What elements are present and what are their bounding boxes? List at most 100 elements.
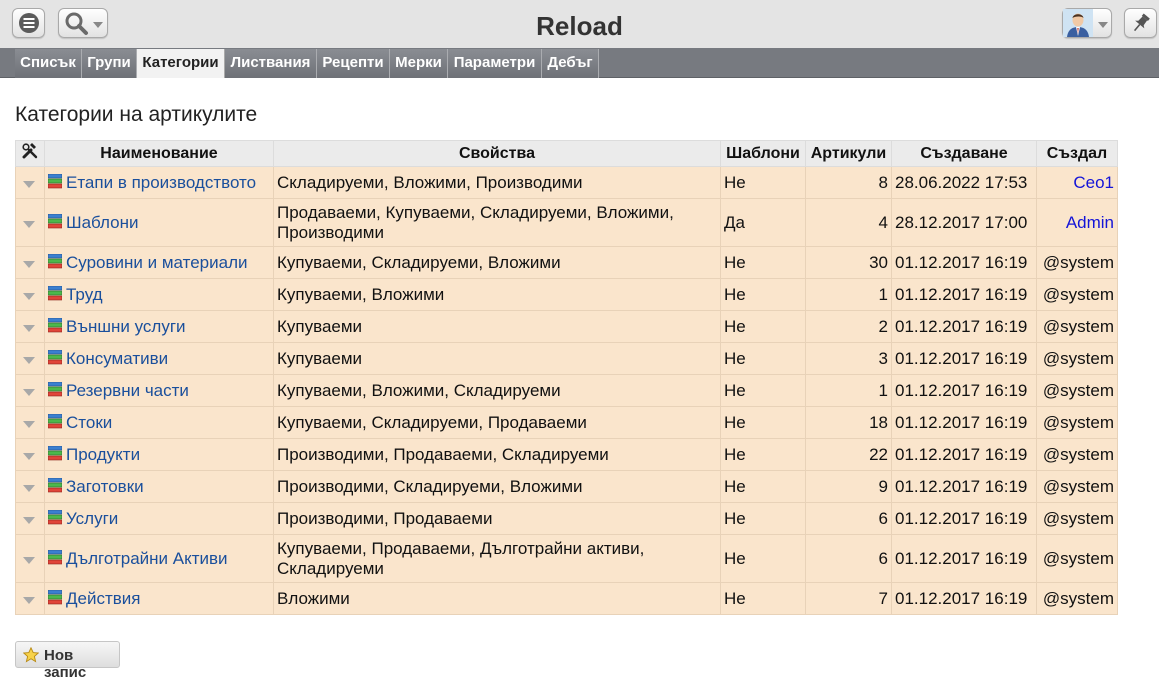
chevron-down-icon (1098, 22, 1108, 28)
chevron-down-icon[interactable] (23, 180, 35, 188)
row-actions-cell[interactable] (15, 278, 45, 311)
chevron-down-icon[interactable] (23, 452, 35, 460)
table-row: Дълготрайни Активи Купуваеми, Продаваеми,… (15, 534, 1118, 583)
category-name-link[interactable]: Стоки (66, 413, 112, 432)
category-stack-icon (48, 213, 62, 229)
column-header-created[interactable]: Създаване (891, 140, 1037, 167)
category-name-link[interactable]: Услуги (66, 509, 118, 528)
tab-list[interactable]: Списък (15, 49, 82, 78)
articles-count-cell: 9 (805, 470, 892, 503)
created-cell: 01.12.2017 16:19 (891, 246, 1037, 279)
articles-count-cell: 3 (805, 342, 892, 375)
chevron-down-icon[interactable] (23, 356, 35, 364)
creator-name: @system (1042, 476, 1114, 496)
creator-name: @system (1042, 548, 1114, 568)
tab-bar: Списък Групи Категории Листвания Рецепти… (0, 48, 1159, 78)
row-actions-cell[interactable] (15, 166, 45, 199)
category-stack-icon (48, 173, 62, 189)
user-menu-button[interactable] (1062, 8, 1112, 38)
chevron-down-icon[interactable] (23, 596, 35, 604)
category-name-link[interactable]: Действия (66, 589, 140, 608)
creator-name[interactable]: Ceo1 (1073, 173, 1114, 192)
created-cell: 01.12.2017 16:19 (891, 582, 1037, 615)
creator-name: @system (1042, 380, 1114, 400)
column-header-articles[interactable]: Артикули (805, 140, 892, 167)
properties-cell: Вложими (273, 582, 721, 615)
new-record-button[interactable]: Нов запис (15, 641, 120, 681)
menu-button[interactable] (12, 8, 45, 38)
category-name-link[interactable]: Продукти (66, 445, 140, 464)
created-cell: 01.12.2017 16:19 (891, 342, 1037, 375)
row-actions-cell[interactable] (15, 374, 45, 407)
row-actions-cell[interactable] (15, 198, 45, 247)
chevron-down-icon[interactable] (23, 516, 35, 524)
row-actions-cell[interactable] (15, 502, 45, 535)
category-stack-icon (48, 509, 62, 525)
articles-count-cell: 30 (805, 246, 892, 279)
tab-recipes[interactable]: Рецепти (317, 49, 390, 78)
category-stack-icon (48, 317, 62, 333)
row-actions-cell[interactable] (15, 534, 45, 583)
category-name-link[interactable]: Шаблони (66, 213, 138, 232)
creator-name: @system (1042, 316, 1114, 336)
search-button[interactable] (58, 8, 108, 38)
chevron-down-icon[interactable] (23, 324, 35, 332)
templates-cell: Не (720, 166, 806, 199)
row-actions-cell[interactable] (15, 582, 45, 615)
category-stack-icon (48, 589, 62, 605)
creator-name: @system (1042, 348, 1114, 368)
category-stack-icon (48, 445, 62, 461)
category-name-link[interactable]: Резервни части (66, 381, 189, 400)
row-actions-cell[interactable] (15, 342, 45, 375)
templates-cell: Не (720, 438, 806, 471)
tab-listings[interactable]: Листвания (225, 49, 317, 78)
name-cell: Суровини и материали (44, 246, 274, 279)
column-header-name[interactable]: Наименование (44, 140, 274, 167)
category-name-link[interactable]: Суровини и материали (66, 253, 248, 272)
chevron-down-icon[interactable] (23, 484, 35, 492)
row-actions-cell[interactable] (15, 310, 45, 343)
creator-name: @system (1042, 252, 1114, 272)
creator-cell: @system (1036, 310, 1118, 343)
row-actions-cell[interactable] (15, 470, 45, 503)
row-actions-cell[interactable] (15, 246, 45, 279)
articles-count-cell: 6 (805, 534, 892, 583)
tab-measures[interactable]: Мерки (390, 49, 448, 78)
chevron-down-icon[interactable] (23, 556, 35, 564)
pin-button[interactable] (1124, 8, 1157, 38)
user-avatar-icon (1063, 9, 1093, 37)
category-name-link[interactable]: Заготовки (66, 477, 144, 496)
row-actions-cell[interactable] (15, 438, 45, 471)
column-header-templates[interactable]: Шаблони (720, 140, 806, 167)
chevron-down-icon[interactable] (23, 420, 35, 428)
category-name-link[interactable]: Етапи в производството (66, 173, 256, 192)
category-name-link[interactable]: Консумативи (66, 349, 168, 368)
name-cell: Стоки (44, 406, 274, 439)
tab-parameters[interactable]: Параметри (448, 49, 542, 78)
created-cell: 01.12.2017 16:19 (891, 278, 1037, 311)
tools-column-header (15, 140, 45, 167)
chevron-down-icon[interactable] (23, 292, 35, 300)
row-actions-cell[interactable] (15, 406, 45, 439)
tab-debug[interactable]: Дебъг (542, 49, 599, 78)
chevron-down-icon[interactable] (23, 388, 35, 396)
pushpin-icon (1133, 13, 1150, 32)
tab-groups[interactable]: Групи (82, 49, 137, 78)
tab-categories[interactable]: Категории (137, 49, 225, 78)
creator-cell: Ceo1 (1036, 166, 1118, 199)
chevron-down-icon[interactable] (23, 260, 35, 268)
magnifier-icon (65, 12, 88, 35)
page-title: Категории на артикулите (15, 103, 258, 126)
column-header-properties[interactable]: Свойства (273, 140, 721, 167)
chevron-down-icon[interactable] (23, 220, 35, 228)
category-name-link[interactable]: Външни услуги (66, 317, 186, 336)
creator-name[interactable]: Admin (1066, 213, 1114, 232)
column-header-creator[interactable]: Създал (1036, 140, 1118, 167)
properties-cell: Складируеми, Вложими, Производими (273, 166, 721, 199)
table-row: Действия Вложими Не 7 01.12.2017 16:19 @syste… (15, 582, 1118, 615)
table-row: Резервни части Купуваеми, Вложими, Склади… (15, 374, 1118, 407)
created-cell: 01.12.2017 16:19 (891, 534, 1037, 583)
templates-cell: Не (720, 246, 806, 279)
category-name-link[interactable]: Труд (66, 285, 103, 304)
category-name-link[interactable]: Дълготрайни Активи (66, 549, 228, 568)
